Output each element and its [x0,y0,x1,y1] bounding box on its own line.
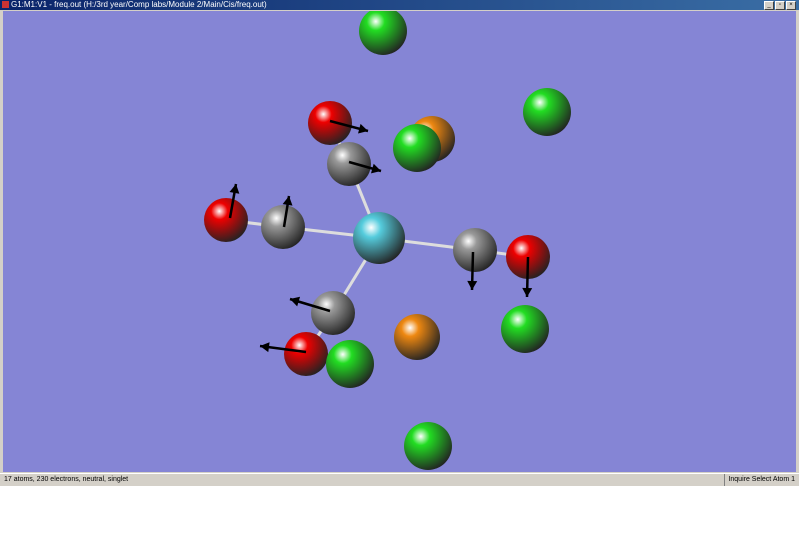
atom-carbon[interactable] [327,142,371,186]
status-mode: Inquire Select Atom 1 [724,474,795,486]
gaussview-window: G1:M1:V1 - freq.out (H:/3rd year/Comp la… [0,0,799,486]
atom-oxygen[interactable] [204,198,248,242]
atom-chlorine[interactable] [501,305,549,353]
atom-carbon[interactable] [311,291,355,335]
atom-oxygen[interactable] [284,332,328,376]
close-button[interactable]: × [786,1,796,10]
atom-chlorine[interactable] [523,88,571,136]
status-bar: 17 atoms, 230 electrons, neutral, single… [0,473,799,486]
app-icon [2,1,9,8]
atom-oxygen[interactable] [308,101,352,145]
atom-chlorine[interactable] [393,124,441,172]
atom-chlorine[interactable] [326,340,374,388]
atom-chlorine[interactable] [359,7,407,55]
atom-carbon[interactable] [261,205,305,249]
molecule-scene[interactable] [3,7,796,472]
atom-carbon[interactable] [453,228,497,272]
atom-phosphorus[interactable] [394,314,440,360]
title-bar: G1:M1:V1 - freq.out (H:/3rd year/Comp la… [0,0,799,10]
status-info: 17 atoms, 230 electrons, neutral, single… [4,476,129,483]
minimize-button[interactable]: _ [764,1,774,10]
maximize-button[interactable]: ▫ [775,1,785,10]
molecule-viewport[interactable] [3,7,796,472]
atom-chlorine[interactable] [404,422,452,470]
window-title: G1:M1:V1 - freq.out (H:/3rd year/Comp la… [11,0,267,9]
atom-metal[interactable] [353,212,405,264]
